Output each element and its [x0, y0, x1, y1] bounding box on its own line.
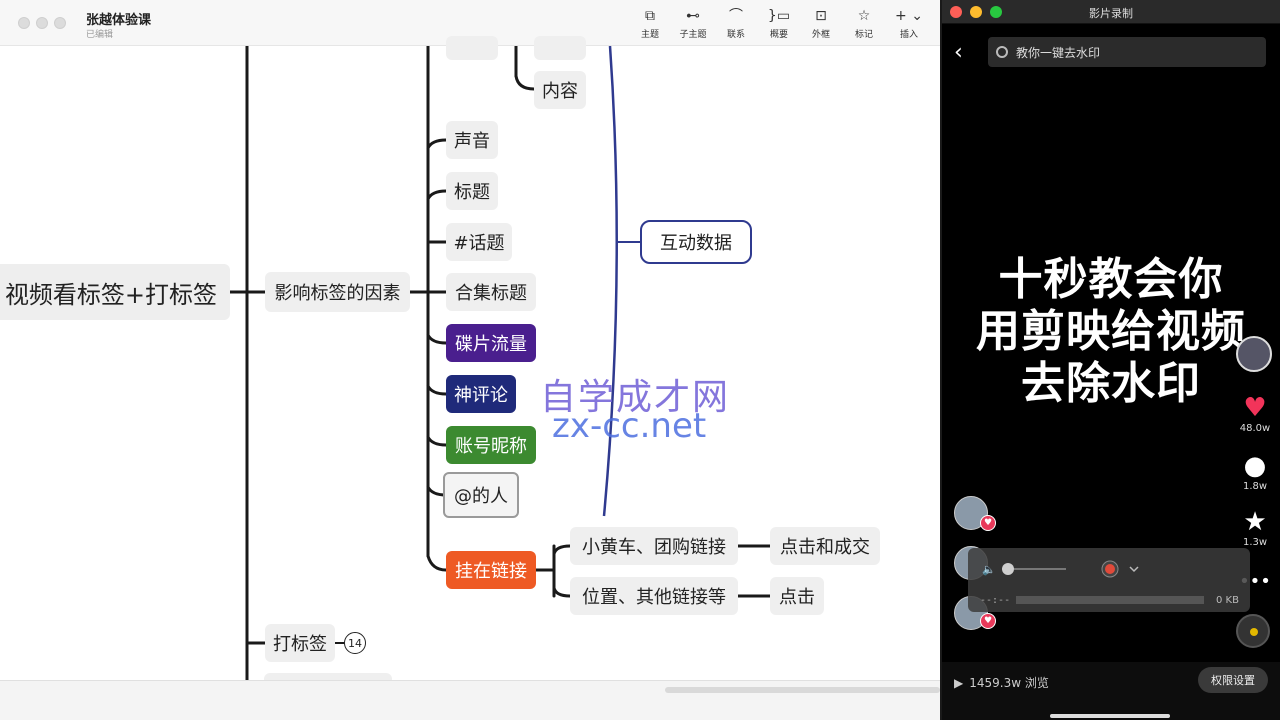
topic-icon: ⧉	[645, 8, 655, 24]
mindmap-bottom-bar	[0, 680, 940, 720]
chevron-down-icon	[1129, 566, 1139, 573]
play-icon: ▶	[954, 675, 964, 690]
root-topic-node[interactable]: 视频看标签+打标签	[0, 264, 230, 320]
recorder-time: --:--	[980, 595, 1010, 606]
permission-settings-button[interactable]: 权限设置	[1198, 667, 1268, 693]
volume-knob	[1002, 563, 1014, 575]
comment-count: 1.8w	[1242, 481, 1268, 492]
relationship-icon: ⌒	[729, 8, 743, 24]
toolbar-insert-button[interactable]: + ⌄ 插入	[889, 6, 929, 40]
audio-level-meter	[1016, 596, 1204, 604]
heart-icon: ♥	[1243, 393, 1267, 423]
toolbar-summary-button[interactable]: }▭ 概要	[759, 6, 799, 40]
collapsed-count-badge[interactable]: 14	[344, 632, 366, 654]
recorder-file-size: 0 KB	[1216, 595, 1239, 606]
tagging-node[interactable]: 打标签	[265, 624, 335, 662]
toolbar-summary-label: 概要	[769, 30, 788, 40]
recorder-controls: 🔈 --:-- 0 KB	[980, 560, 1239, 606]
video-search-bar[interactable]: 教你一键去水印	[988, 37, 1266, 67]
toolbar-topic-label: 主题	[640, 30, 659, 40]
comment-button[interactable]: ● 1.8w	[1232, 452, 1278, 492]
factors-node[interactable]: 影响标签的因素	[265, 272, 410, 312]
video-bottom-bar: ▶ 1459.3w 浏览 权限设置	[942, 662, 1280, 720]
toolbar-subtopic-button[interactable]: ⊷ 子主题	[673, 6, 713, 40]
like-count: 48.0w	[1239, 423, 1271, 434]
like-heart-icon-1: ♥	[980, 515, 996, 531]
toolbar-relationship-label: 联系	[726, 30, 745, 40]
like-button[interactable]: ♥ 48.0w	[1232, 394, 1278, 434]
click-deal-node[interactable]: 点击和成交	[770, 527, 880, 565]
toolbar-marker-label: 标记	[854, 30, 873, 40]
video-search-text: 教你一键去水印	[1016, 45, 1101, 60]
subtopic-icon: ⊷	[686, 8, 700, 24]
mute-icon: 🔈	[982, 563, 996, 576]
toolbar-boundary-button[interactable]: ⊡ 外框	[801, 6, 841, 40]
video-headline-line-1: 十秒教会你	[998, 254, 1224, 305]
cart-link-node[interactable]: 小黄车、团购链接	[570, 527, 738, 565]
toolbar-subtopic-label: 子主题	[679, 30, 707, 40]
location-link-node[interactable]: 位置、其他链接等	[570, 577, 738, 615]
view-count-text: 1459.3w 浏览	[969, 676, 1049, 690]
insert-plus-icon: + ⌄	[895, 8, 923, 24]
back-chevron-icon[interactable]: ‹	[954, 40, 974, 66]
mindmap-window: 张越体验课 已编辑 ⧉ 主题 ⊷ 子主题 ⌒ 联系 }▭ 概要 ⊡ 外框 ☆ 标…	[0, 0, 940, 720]
marker-star-icon: ☆	[857, 8, 871, 24]
record-dot-icon	[1105, 564, 1115, 574]
toolbar-marker-button[interactable]: ☆ 标记	[844, 6, 884, 40]
favorite-count: 1.3w	[1242, 537, 1268, 548]
star-icon: ★	[1243, 507, 1267, 537]
toolbar-topic-button[interactable]: ⧉ 主题	[630, 6, 670, 40]
toolbar-relationship-button[interactable]: ⌒ 联系	[716, 6, 756, 40]
toolbar-insert-label: 插入	[899, 30, 918, 40]
recorder-panel: 🔈 --:-- 0 KB	[968, 548, 1250, 612]
title-node[interactable]: 标题	[446, 172, 498, 210]
home-indicator	[1050, 714, 1170, 718]
window-close-button[interactable]	[18, 17, 30, 29]
horizontal-scrollbar[interactable]	[665, 687, 940, 693]
window-zoom-button[interactable]	[54, 17, 66, 29]
video-window-title: 影片录制	[1089, 7, 1133, 20]
favorite-button[interactable]: ★ 1.3w	[1232, 508, 1278, 548]
search-icon	[996, 46, 1008, 58]
mention-node[interactable]: @的人	[443, 472, 519, 518]
boundary-icon: ⊡	[815, 8, 827, 24]
collection-title-node[interactable]: 合集标题	[446, 273, 536, 311]
comment-bubble-icon: ●	[1243, 451, 1267, 481]
like-heart-icon-3: ♥	[980, 613, 996, 629]
video-headline: 十秒教会你 用剪映给视频 去除水印	[952, 254, 1270, 410]
click-node[interactable]: 点击	[770, 577, 824, 615]
interaction-data-node[interactable]: 互动数据	[640, 220, 752, 264]
traffic-node[interactable]: 碟片流量	[446, 324, 536, 362]
view-count: ▶ 1459.3w 浏览	[954, 674, 1049, 691]
mindmap-canvas[interactable]: 视频看标签+打标签 影响标签的因素 内容 声音 标题 #话题 合集标题 碟片流量…	[0, 36, 940, 693]
video-recording-window: 影片录制 ‹ 教你一键去水印 十秒教会你 用剪映给视频 去除水印 ♥ 48.0w…	[942, 0, 1280, 720]
link-node[interactable]: 挂在链接	[446, 551, 536, 589]
document-status: 已编辑	[86, 30, 114, 40]
document-title: 张越体验课	[86, 13, 152, 28]
content-node[interactable]: 内容	[534, 71, 586, 109]
nickname-node[interactable]: 账号昵称	[446, 426, 536, 464]
video-headline-line-2: 用剪映给视频	[976, 306, 1246, 357]
partial-node-top-left[interactable]	[446, 36, 498, 60]
window-minimize-button[interactable]	[36, 17, 48, 29]
summary-icon: }▭	[767, 8, 791, 24]
music-disc-icon[interactable]	[1236, 614, 1270, 648]
comment-node[interactable]: 神评论	[446, 375, 516, 413]
video-window-titlebar: 影片录制	[942, 0, 1280, 24]
toolbar-boundary-label: 外框	[811, 30, 830, 40]
sound-node[interactable]: 声音	[446, 121, 498, 159]
video-headline-line-3: 去除水印	[1021, 358, 1201, 409]
creator-avatar[interactable]	[1236, 336, 1272, 372]
hashtag-topic-node[interactable]: #话题	[446, 223, 512, 261]
watermark-text-url: zx-cc.net	[552, 406, 707, 446]
partial-node-top-right[interactable]	[534, 36, 586, 60]
